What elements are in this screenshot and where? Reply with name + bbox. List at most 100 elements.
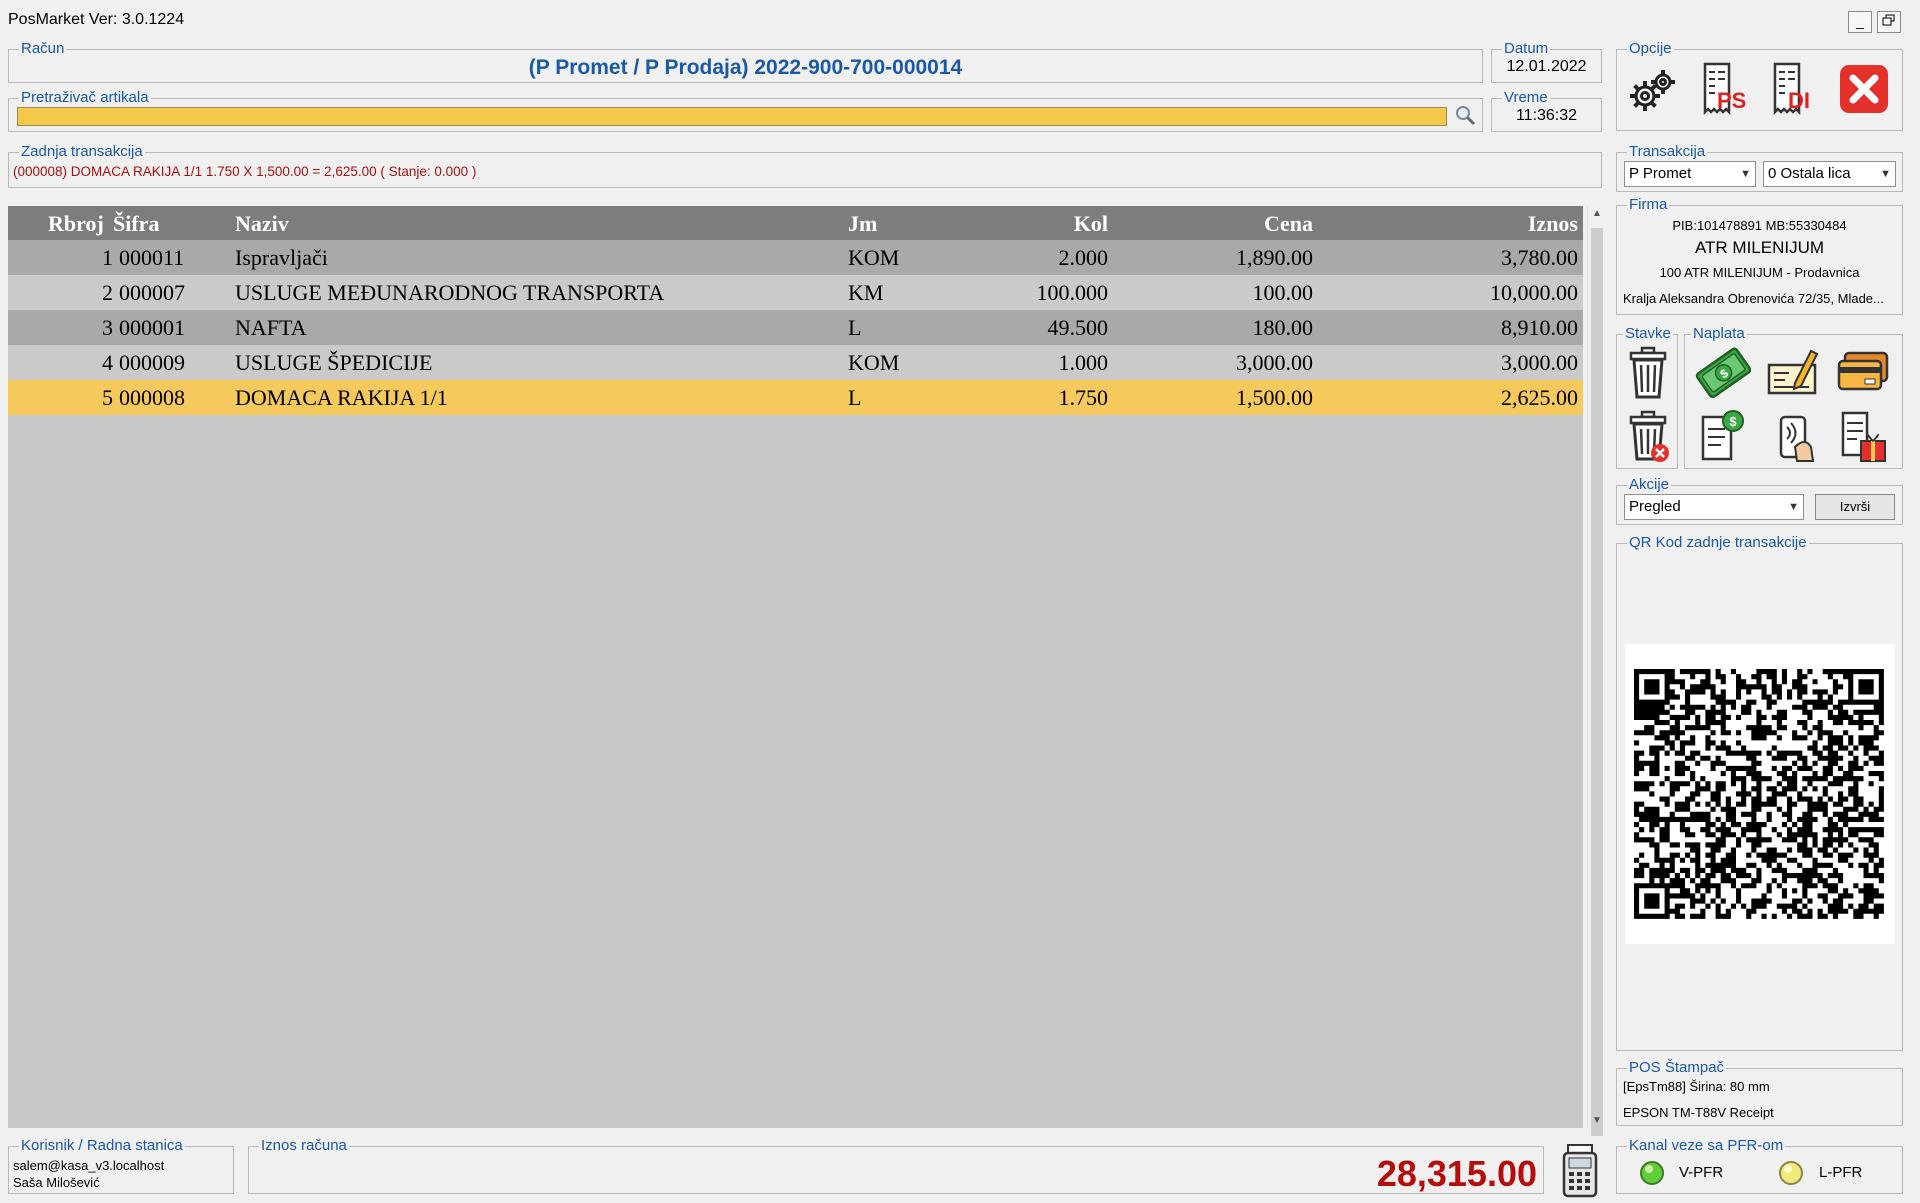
racun-number: (P Promet / P Prodaja) 2022-900-700-0000…	[528, 56, 963, 79]
cell-cena: 1,890.00	[1236, 245, 1313, 270]
firma-name: ATR MILENIJUM	[1694, 238, 1825, 257]
header-jm[interactable]: Jm	[848, 206, 908, 240]
v-pfr-label: V-PFR	[1679, 1164, 1724, 1181]
cell-naziv: USLUGE MEĐUNARODNOG TRANSPORTA	[235, 280, 665, 305]
table-row[interactable]: 1 000011 Ispravljači KOM 2.000 1,890.00 …	[8, 240, 1583, 275]
naplata-legend: Naplata	[1691, 325, 1747, 343]
user-login: salem@kasa_v3.localhost	[13, 1158, 165, 1173]
cell-jm: L	[848, 315, 862, 340]
cell-rbroj: 4	[102, 350, 113, 375]
cell-rbroj: 5	[102, 385, 113, 410]
chevron-down-icon: ▼	[1880, 168, 1891, 180]
akcije-value: Pregled	[1629, 498, 1681, 515]
window-title: PosMarket Ver: 3.0.1224	[8, 11, 185, 28]
chevron-down-icon: ▼	[1740, 168, 1751, 180]
header-iznos[interactable]: Iznos	[1368, 206, 1578, 240]
pay-voucher-button[interactable]	[1835, 407, 1891, 465]
v-pfr-status-led-icon	[1640, 1161, 1664, 1185]
transaction-type-select[interactable]: P Promet ▼	[1624, 161, 1756, 187]
transaction-type-value: P Promet	[1629, 165, 1692, 182]
execute-button[interactable]: Izvrši	[1815, 494, 1895, 520]
user-group: Korisnik / Radna stanica salem@kasa_v3.l…	[8, 1137, 234, 1194]
cell-rbroj: 1	[102, 245, 113, 270]
user-name: Saša Milošević	[13, 1175, 100, 1190]
cell-cena: 1,500.00	[1236, 385, 1313, 410]
akcije-select[interactable]: Pregled ▼	[1624, 494, 1804, 520]
header-cena[interactable]: Cena	[1148, 206, 1313, 240]
total-amount: 28,315.00	[1376, 1153, 1537, 1194]
party-value: 0 Ostala lica	[1768, 165, 1851, 182]
firma-pib: PIB:101478891 MB:55330484	[1672, 218, 1847, 233]
search-group: Pretraživač artikala	[8, 89, 1483, 132]
search-input[interactable]	[17, 107, 1447, 126]
receipt-ps-button[interactable]: PS	[1699, 60, 1747, 120]
pfr-group: Kanal veze sa PFR-om V-PFR L-PFR	[1616, 1137, 1903, 1194]
qr-legend: QR Kod zadnje transakcije	[1627, 534, 1809, 552]
cell-kol: 100.000	[1036, 280, 1109, 305]
cell-naziv: DOMACA RAKIJA 1/1	[235, 385, 448, 410]
printer-legend: POS Štampač	[1627, 1059, 1727, 1077]
close-icon	[1840, 65, 1888, 113]
opcije-group: Opcije PS DI	[1616, 40, 1903, 131]
table-row[interactable]: 3 000001 NAFTA L 49.500 180.00 8,910.00	[8, 310, 1583, 345]
pay-invoice-button[interactable]: $	[1695, 407, 1751, 465]
stavke-legend: Stavke	[1623, 325, 1673, 343]
pfr-legend: Kanal veze sa PFR-om	[1627, 1137, 1786, 1155]
table-row[interactable]: 4 000009 USLUGE ŠPEDICIJE KOM 1.000 3,00…	[8, 345, 1583, 380]
items-table[interactable]: Rbroj Šifra Naziv Jm Kol Cena Iznos 1 00…	[8, 206, 1583, 1128]
ps-label: PS	[1717, 88, 1747, 113]
cell-iznos: 3,780.00	[1501, 245, 1578, 270]
transakcija-legend: Transakcija	[1627, 143, 1708, 161]
cell-rbroj: 2	[102, 280, 113, 305]
firma-legend: Firma	[1627, 196, 1670, 214]
table-row[interactable]: 2 000007 USLUGE MEĐUNARODNOG TRANSPORTA …	[8, 275, 1583, 310]
delete-all-items-button[interactable]	[1625, 409, 1671, 465]
header-sifra[interactable]: Šifra	[113, 206, 183, 240]
cell-iznos: 10,000.00	[1490, 280, 1578, 305]
mobile-payment-icon	[1779, 415, 1815, 462]
close-button[interactable]	[1839, 64, 1889, 114]
cell-sifra: 000008	[119, 385, 185, 410]
vreme-value: 11:36:32	[1515, 107, 1578, 124]
cell-iznos: 3,000.00	[1501, 350, 1578, 375]
pay-mobile-button[interactable]	[1765, 407, 1821, 465]
total-group: Iznos računa 28,315.00	[248, 1137, 1544, 1194]
minimize-button[interactable]: _	[1848, 11, 1872, 33]
search-icon[interactable]	[1455, 105, 1477, 127]
party-select[interactable]: 0 Ostala lica ▼	[1763, 161, 1896, 187]
qr-group: QR Kod zadnje transakcije	[1616, 534, 1903, 1051]
naplata-group: Naplata $ $	[1684, 325, 1903, 469]
check-signing-icon	[1767, 349, 1819, 395]
pay-card-button[interactable]	[1835, 347, 1891, 399]
svg-text:$: $	[1729, 414, 1737, 429]
table-row-selected[interactable]: 5 000008 DOMACA RAKIJA 1/1 L 1.750 1,500…	[8, 380, 1583, 415]
cell-jm: L	[848, 385, 862, 410]
cell-sifra: 000001	[119, 315, 185, 340]
restore-button[interactable]	[1877, 11, 1901, 33]
invoice-icon: $	[1701, 410, 1744, 461]
receipt-di-button[interactable]: DI	[1769, 60, 1815, 120]
cell-kol: 1.000	[1058, 350, 1109, 375]
datum-legend: Datum	[1502, 40, 1551, 58]
cell-kol: 1.750	[1058, 385, 1109, 410]
akcije-legend: Akcije	[1627, 476, 1672, 494]
cell-rbroj: 3	[102, 315, 113, 340]
header-rbroj[interactable]: Rbroj	[48, 206, 108, 240]
scroll-up-arrow[interactable]: ▲	[1588, 208, 1606, 219]
table-scrollbar[interactable]: ▲ ▼	[1587, 206, 1606, 1136]
header-naziv[interactable]: Naziv	[235, 206, 435, 240]
scroll-thumb[interactable]	[1591, 228, 1603, 1136]
datum-value: 12.01.2022	[1506, 58, 1587, 75]
printer-model: EPSON TM-T88V Receipt	[1623, 1105, 1774, 1120]
cell-naziv: Ispravljači	[235, 245, 328, 270]
pay-check-button[interactable]	[1765, 343, 1821, 401]
scroll-down-arrow[interactable]: ▼	[1588, 1115, 1606, 1126]
fiscal-terminal-icon[interactable]	[1560, 1143, 1600, 1198]
delete-item-button[interactable]	[1625, 345, 1671, 401]
last-transaction-group: Zadnja transakcija (000008) DOMACA RAKIJ…	[8, 143, 1602, 188]
header-kol[interactable]: Kol	[968, 206, 1108, 240]
settings-button[interactable]	[1627, 64, 1679, 116]
firma-group: Firma PIB:101478891 MB:55330484 ATR MILE…	[1616, 196, 1903, 315]
pay-cash-button[interactable]: $	[1695, 343, 1752, 401]
trash-delete-icon	[1629, 410, 1669, 462]
